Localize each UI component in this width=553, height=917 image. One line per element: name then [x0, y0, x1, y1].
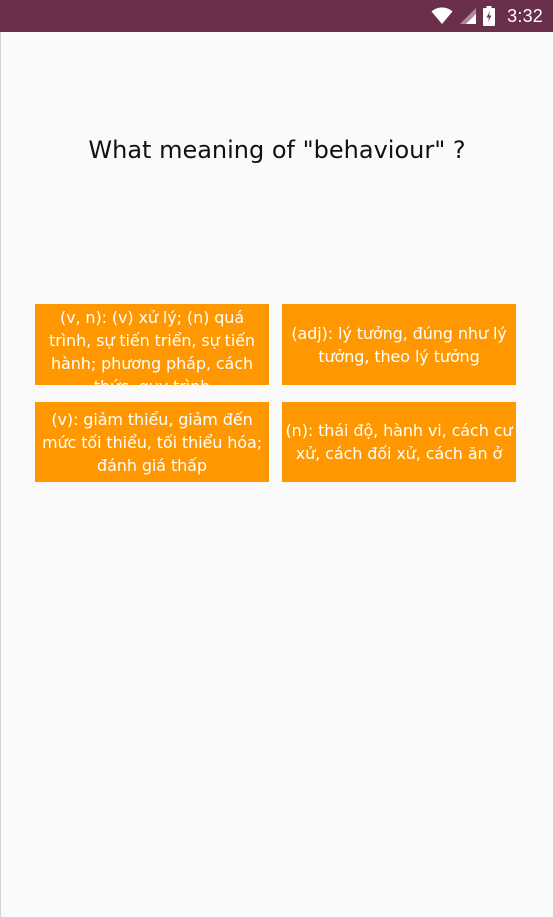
quiz-screen: What meaning of "behaviour" ? (v, n): (v…: [0, 32, 553, 917]
answer-grid: (v, n): (v) xử lý; (n) quá trình, sự tiế…: [35, 304, 516, 482]
status-icons: 3:32: [431, 0, 543, 32]
status-clock: 3:32: [507, 5, 543, 26]
answer-option-3[interactable]: (v): giảm thiểu, giảm đến mức tối thiểu,…: [35, 402, 269, 482]
battery-icon: [483, 6, 496, 26]
signal-icon: [459, 7, 477, 25]
answer-option-2[interactable]: (adj): lý tưởng, đúng như lý tưởng, theo…: [282, 304, 516, 385]
wifi-icon: [431, 7, 453, 25]
answer-option-1[interactable]: (v, n): (v) xử lý; (n) quá trình, sự tiế…: [35, 304, 269, 385]
answer-option-4[interactable]: (n): thái độ, hành vi, cách cư xử, cách …: [282, 402, 516, 482]
question-text: What meaning of "behaviour" ?: [88, 136, 466, 164]
status-bar: 3:32: [0, 0, 553, 32]
